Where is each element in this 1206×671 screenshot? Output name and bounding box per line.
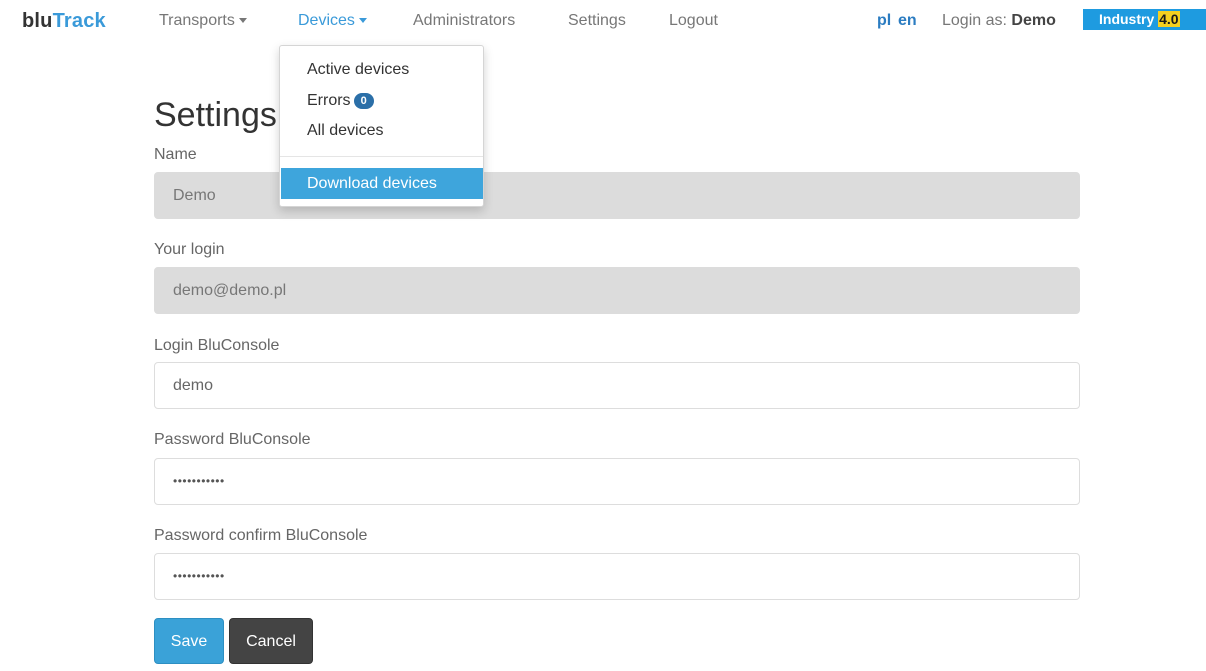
- nav-administrators[interactable]: Administrators: [413, 12, 515, 30]
- page-title: Settings: [154, 96, 277, 134]
- nav-transports[interactable]: Transports: [159, 12, 247, 30]
- password-bluconsole-input[interactable]: •••••••••••: [154, 458, 1080, 505]
- industry-version: 4.0: [1158, 11, 1180, 27]
- errors-count-badge: 0: [353, 92, 374, 109]
- your-login-field: demo@demo.pl: [154, 267, 1080, 314]
- nav-settings[interactable]: Settings: [568, 12, 626, 30]
- devices-dropdown-menu: Active devices Errors 0 All devices Downl…: [279, 45, 484, 207]
- chevron-down-icon: [238, 18, 247, 24]
- brand-part2: Track: [52, 10, 106, 32]
- name-label: Name: [154, 146, 197, 163]
- menu-item-active-devices[interactable]: Active devices: [307, 61, 409, 79]
- login-as: Login as: Demo: [942, 12, 1056, 30]
- password-bluconsole-label: Password BluConsole: [154, 431, 311, 448]
- login-bluconsole-label: Login BluConsole: [154, 337, 280, 354]
- lang-pl[interactable]: pl: [877, 12, 891, 30]
- top-navbar: bluTrack Transports Devices Administrato…: [0, 0, 1206, 42]
- brand-logo[interactable]: bluTrack: [22, 10, 106, 33]
- menu-item-errors[interactable]: Errors 0: [307, 92, 374, 110]
- login-as-user: Demo: [1011, 12, 1056, 29]
- menu-item-errors-label: Errors: [307, 92, 351, 109]
- chevron-down-icon: [358, 18, 367, 24]
- your-login-label: Your login: [154, 241, 225, 258]
- menu-item-all-devices[interactable]: All devices: [307, 122, 383, 140]
- menu-item-download-devices[interactable]: Download devices: [281, 168, 483, 199]
- lang-en[interactable]: en: [898, 12, 917, 30]
- password-confirm-input[interactable]: •••••••••••: [154, 553, 1080, 600]
- save-button[interactable]: Save: [154, 618, 224, 664]
- login-as-label: Login as:: [942, 12, 1007, 29]
- brand-part1: blu: [22, 10, 53, 32]
- cancel-button[interactable]: Cancel: [229, 618, 313, 664]
- nav-devices-label: Devices: [298, 12, 355, 29]
- nav-logout[interactable]: Logout: [669, 12, 718, 30]
- industry-text: Industry: [1099, 11, 1155, 27]
- industry-badge: Industry 4.0: [1083, 9, 1206, 30]
- nav-devices[interactable]: Devices: [298, 12, 367, 30]
- nav-transports-label: Transports: [159, 12, 235, 29]
- login-bluconsole-input[interactable]: demo: [154, 362, 1080, 409]
- menu-divider: [280, 156, 483, 157]
- password-confirm-label: Password confirm BluConsole: [154, 527, 368, 544]
